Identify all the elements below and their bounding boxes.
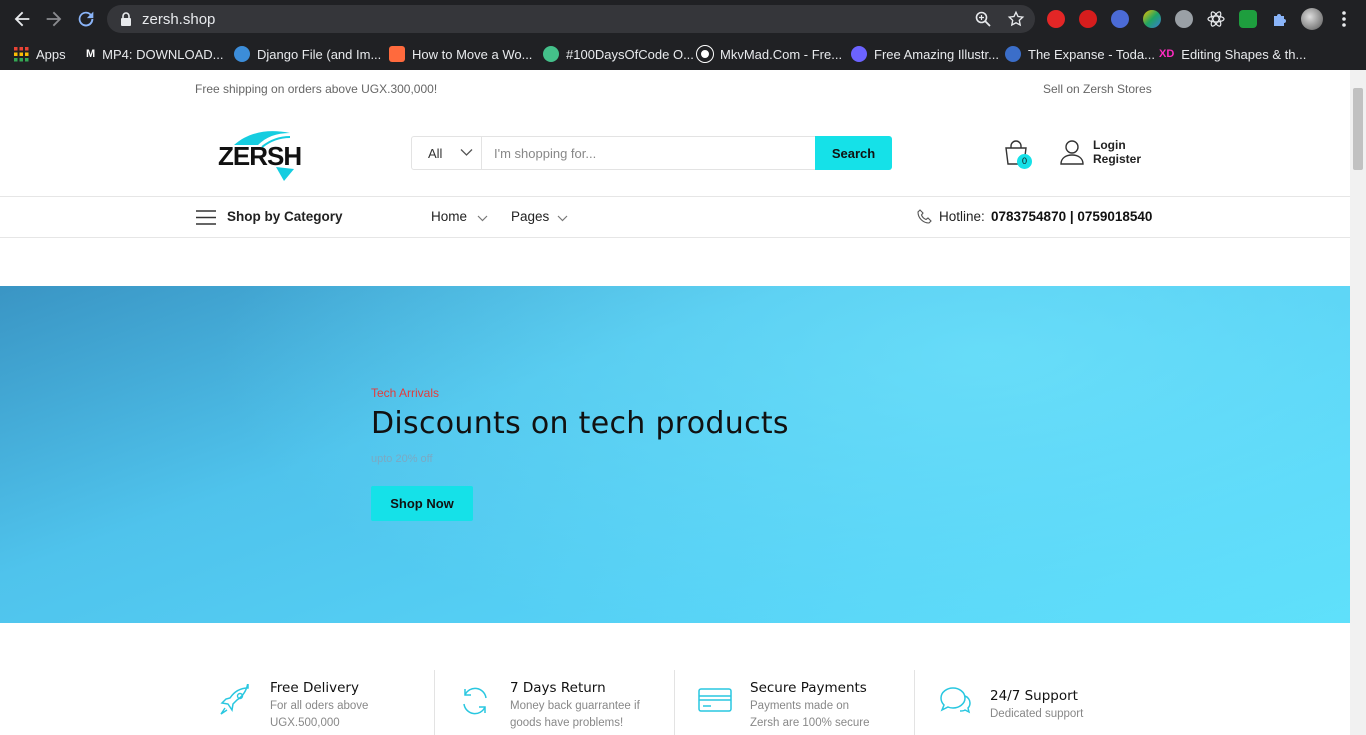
feature-free-delivery: Free Delivery For all oders above UGX.500…: [218, 670, 428, 735]
m-logo-icon: M: [86, 48, 96, 60]
login-link[interactable]: Login: [1093, 138, 1126, 152]
lock-icon: [121, 12, 131, 26]
bookmark-mkvmad[interactable]: MkvMad.Com - Fre...: [696, 44, 842, 64]
bookmark-free-illustrations[interactable]: Free Amazing Illustr...: [851, 44, 999, 64]
chevron-down-icon: [460, 149, 473, 156]
browser-toolbar: zersh.shop: [0, 0, 1366, 38]
search-category-select[interactable]: All: [412, 137, 482, 169]
hundred-logo-icon: [543, 46, 559, 62]
feature-desc: For all oders above UGX.500,000: [270, 700, 369, 729]
film-reel-icon: [1005, 46, 1021, 62]
bookmark-the-expanse[interactable]: The Expanse - Toda...: [1005, 44, 1155, 64]
feature-title: 7 Days Return: [510, 680, 606, 696]
feature-divider: [674, 670, 675, 735]
cloud-extension-icon[interactable]: [1175, 10, 1193, 28]
forward-arrow-icon[interactable]: [43, 8, 65, 30]
feature-desc: Payments made on Zersh are 100% secure: [750, 700, 870, 729]
web-page: Free shipping on orders above UGX.300,00…: [0, 70, 1350, 735]
bookmark-how-to-move[interactable]: How to Move a Wo...: [389, 44, 532, 64]
zersh-logo[interactable]: ZERSH: [218, 127, 308, 183]
apps-grid-icon: [14, 46, 29, 61]
globe-icon: [234, 46, 250, 62]
feature-divider: [914, 670, 915, 735]
menu-dots-icon[interactable]: [1339, 10, 1349, 28]
bookmark-editing-shapes[interactable]: XD Editing Shapes & th...: [1159, 44, 1306, 64]
hero-subtitle: upto 20% off: [371, 453, 433, 465]
nav-pages[interactable]: Pages: [511, 209, 571, 227]
phone-icon: [917, 209, 932, 224]
feature-desc: Dedicated support: [990, 708, 1084, 720]
shop-by-category-menu[interactable]: Shop by Category: [196, 208, 346, 228]
search-bar: All Search: [411, 136, 892, 170]
chevron-down-icon: [477, 215, 488, 222]
shield-logo-icon: [851, 46, 867, 62]
shipping-notice: Free shipping on orders above UGX.300,00…: [195, 82, 438, 96]
nav-home[interactable]: Home: [431, 209, 491, 227]
feature-support: 24/7 Support Dedicated support: [938, 670, 1148, 735]
profile-avatar[interactable]: [1301, 8, 1323, 30]
bookmark-apps[interactable]: Apps: [14, 44, 66, 64]
hero-glow: [150, 286, 1350, 623]
browser-chrome: zersh.shop Apps M MP4: DOWNLOAD... Djang…: [0, 0, 1366, 70]
register-link[interactable]: Register: [1093, 152, 1141, 166]
cursor-extension-icon[interactable]: [1079, 10, 1097, 28]
user-icon[interactable]: [1060, 139, 1084, 165]
bookmark-django-file[interactable]: Django File (and Im...: [234, 44, 381, 64]
drive-extension-icon[interactable]: [1143, 10, 1161, 28]
credit-card-icon: [698, 688, 732, 712]
hero-banner: Tech Arrivals Discounts on tech products…: [0, 286, 1350, 623]
feature-title: 24/7 Support: [990, 688, 1078, 704]
back-arrow-icon[interactable]: [11, 8, 33, 30]
url-text: zersh.shop: [142, 11, 216, 28]
shop-now-button[interactable]: Shop Now: [371, 486, 473, 521]
play-logo-icon: [696, 45, 714, 63]
search-input[interactable]: [494, 137, 814, 169]
feature-7-days-return: 7 Days Return Money back guarrantee if go…: [458, 670, 668, 735]
hero-title: Discounts on tech products: [371, 406, 789, 441]
chat-icon: [940, 687, 971, 714]
star-icon[interactable]: [1007, 10, 1025, 28]
adblock-icon[interactable]: [1047, 10, 1065, 28]
feature-title: Free Delivery: [270, 680, 359, 696]
hero-kicker: Tech Arrivals: [371, 386, 440, 400]
chevron-down-icon: [557, 215, 568, 222]
address-bar[interactable]: zersh.shop: [107, 5, 1035, 33]
search-button[interactable]: Search: [815, 136, 892, 170]
react-extension-icon[interactable]: [1207, 10, 1225, 28]
bookmark-100-days-of-code[interactable]: #100DaysOfCode O...: [543, 44, 694, 64]
bookmark-mp4-download[interactable]: M MP4: DOWNLOAD...: [86, 44, 224, 64]
sell-link[interactable]: Sell on Zersh Stores: [1043, 82, 1152, 96]
header-divider: [0, 196, 1350, 197]
feature-divider: [434, 670, 435, 735]
scrollbar-thumb[interactable]: [1353, 88, 1363, 170]
sg-extension-icon[interactable]: [1239, 10, 1257, 28]
cart-count-badge: 0: [1017, 154, 1032, 169]
hotline: Hotline: 0783754870 | 0759018540: [917, 208, 1157, 228]
feature-secure-payments: Secure Payments Payments made on Zersh ar…: [698, 670, 908, 735]
wave-logo-icon: [389, 46, 405, 62]
feature-desc: Money back guarrantee if goods have probl…: [510, 700, 640, 729]
logo-tail: [276, 167, 294, 181]
zoom-icon[interactable]: [975, 11, 991, 27]
translate-extension-icon[interactable]: [1111, 10, 1129, 28]
hotline-numbers: 0783754870 | 0759018540: [991, 209, 1153, 224]
bookmarks-bar: Apps M MP4: DOWNLOAD... Django File (and…: [0, 38, 1366, 70]
reload-icon[interactable]: [75, 8, 97, 30]
rocket-icon: [220, 684, 249, 715]
refresh-icon: [463, 687, 487, 715]
puzzle-extension-icon[interactable]: [1271, 10, 1289, 28]
cart-button[interactable]: 0: [1003, 140, 1035, 170]
page-scrollbar[interactable]: [1350, 70, 1366, 735]
hamburger-icon: [196, 210, 216, 225]
feature-title: Secure Payments: [750, 680, 867, 696]
xd-logo-icon: XD: [1159, 48, 1175, 60]
nav-divider: [0, 237, 1350, 238]
